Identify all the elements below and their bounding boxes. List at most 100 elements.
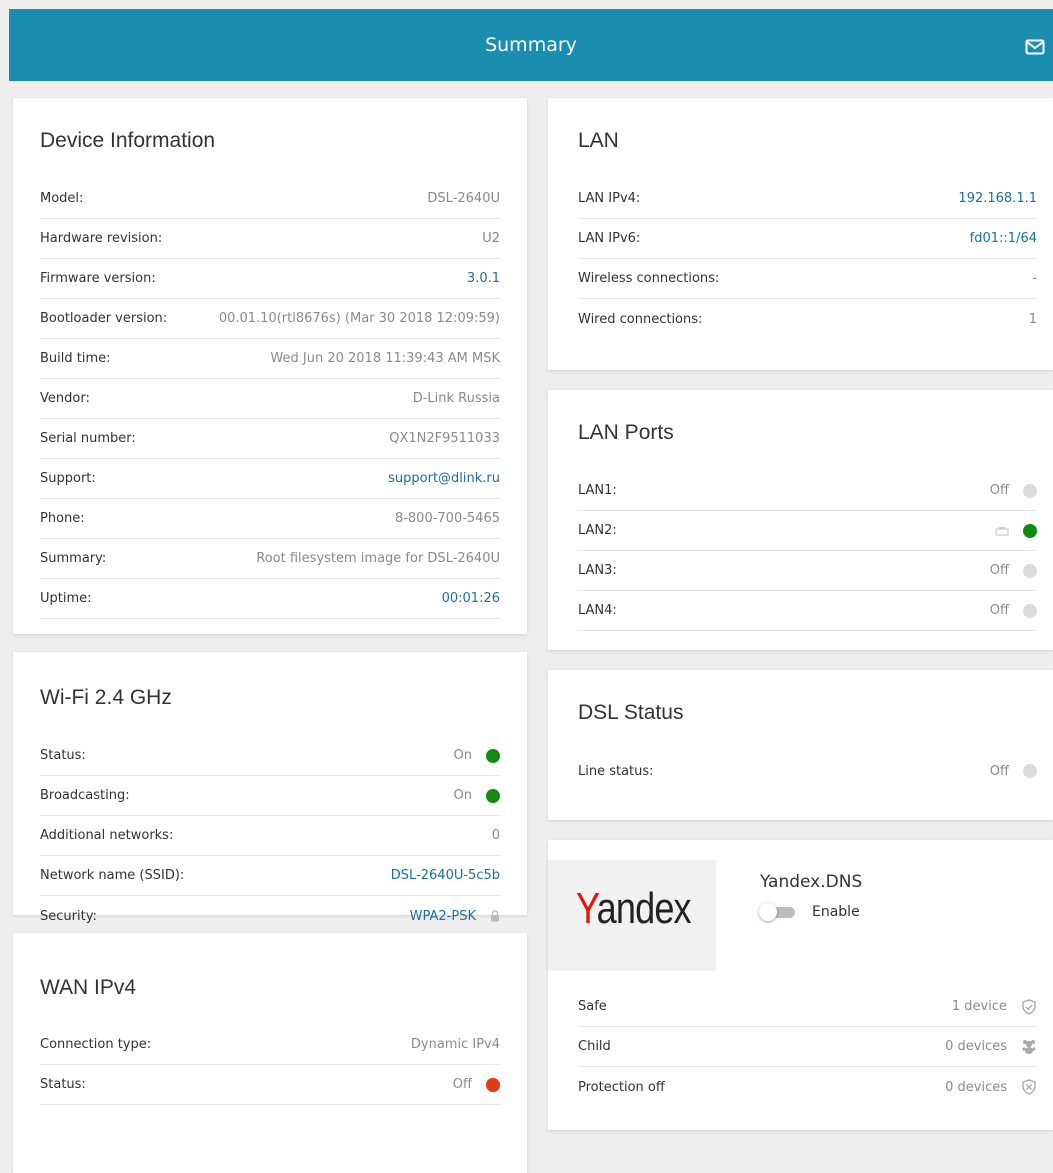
device-information-rows: Model: DSL-2640U Hardware revision: U2 Fir…: [40, 179, 500, 619]
ethernet-icon: [995, 526, 1009, 536]
row-value: Off: [453, 1077, 500, 1092]
uptime-value: 00:01:26: [441, 591, 500, 606]
yandex-logo: Yandex: [576, 884, 692, 933]
lan-row-wired: Wired connections: 1: [578, 299, 1037, 339]
yandex-enable-label: Enable: [812, 904, 860, 920]
ssid-link[interactable]: DSL-2640U-5c5b: [391, 868, 500, 883]
lan-port-row-4: LAN4: Off: [578, 591, 1037, 631]
row-label: Uptime:: [40, 591, 92, 606]
row-label: LAN IPv4:: [578, 191, 641, 206]
lan-ipv6-link[interactable]: fd01::1/64: [970, 231, 1037, 246]
lan-row-wireless: Wireless connections: -: [578, 259, 1037, 299]
status-on-indicator: [486, 788, 500, 803]
yandex-dns-title: Yandex.DNS: [760, 872, 863, 892]
lan-rows: LAN IPv4: 192.168.1.1 LAN IPv6: fd01::1/64…: [578, 179, 1037, 339]
row-value: Dynamic IPv4: [410, 1037, 500, 1052]
row-label: Wired connections:: [578, 311, 703, 327]
row-value: QX1N2F9511033: [389, 431, 500, 446]
device-information-card: Device Information Model: DSL-2640U Hardw…: [13, 98, 527, 634]
wifi-rows: Status: On Broadcasting: On Additional net…: [40, 736, 500, 936]
lan-card: LAN LAN IPv4: 192.168.1.1 LAN IPv6: fd01::…: [548, 98, 1053, 370]
info-row-phone: Phone: 8-800-700-5465: [40, 499, 500, 539]
yandex-dns-card: Yandex Yandex.DNS Enable Safe 1 device Ch…: [548, 840, 1053, 1130]
info-row-firmware: Firmware version: 3.0.1: [40, 259, 500, 299]
row-label: LAN3:: [578, 563, 617, 578]
mail-icon[interactable]: [1025, 39, 1045, 55]
info-row-summary: Summary: Root filesystem image for DSL-26…: [40, 539, 500, 579]
security-link[interactable]: WPA2-PSK: [410, 909, 500, 924]
dsl-rows: Line status: Off: [578, 751, 1037, 791]
row-label: Additional networks:: [40, 828, 174, 843]
status-text: Off: [989, 763, 1009, 779]
info-row-vendor: Vendor: D-Link Russia: [40, 379, 500, 419]
device-count: 0 devices: [945, 1039, 1007, 1054]
toggle-knob: [759, 903, 777, 921]
yandex-row-protection-off[interactable]: Protection off 0 devices: [578, 1067, 1037, 1107]
row-value: Off: [990, 764, 1037, 779]
row-label: Wireless connections:: [578, 271, 720, 286]
info-row-model: Model: DSL-2640U: [40, 179, 500, 219]
row-label: Serial number:: [40, 431, 136, 446]
device-information-title: Device Information: [40, 129, 216, 152]
lan-port-row-2: LAN2:: [578, 511, 1037, 551]
lan-row-ipv4: LAN IPv4: 192.168.1.1: [578, 179, 1037, 219]
row-label: LAN1:: [578, 483, 617, 498]
row-value: [995, 523, 1037, 538]
row-value: Root filesystem image for DSL-2640U: [256, 551, 500, 566]
wan-rows: Connection type: Dynamic IPv4 Status: Off: [40, 1025, 500, 1105]
teddy-bear-icon: [1022, 1039, 1036, 1054]
yandex-enable-toggle[interactable]: [759, 903, 797, 921]
row-value: 00.01.10(rtl8676s) (Mar 30 2018 12:09:59…: [218, 311, 500, 326]
status-off-indicator: [1023, 764, 1037, 778]
wifi-row-security: Security: WPA2-PSK: [40, 896, 500, 936]
row-label: Protection off: [578, 1079, 665, 1095]
page-header: Summary: [9, 9, 1053, 81]
lan-ipv4-link[interactable]: 192.168.1.1: [958, 191, 1037, 206]
lan-ports-rows: LAN1: Off LAN2: LAN3: Off LAN4: Off: [578, 471, 1037, 631]
security-text: WPA2-PSK: [409, 908, 476, 924]
wifi-row-additional: Additional networks: 0: [40, 816, 500, 856]
status-text: Off: [989, 563, 1009, 578]
row-value: 1 device: [951, 998, 1037, 1015]
row-value: 8-800-700-5465: [394, 511, 500, 526]
lan-row-ipv6: LAN IPv6: fd01::1/64: [578, 219, 1037, 259]
status-error-indicator: [486, 1077, 500, 1092]
firmware-version-link[interactable]: 3.0.1: [467, 271, 500, 286]
row-value: 0 devices: [945, 1039, 1037, 1055]
wifi-row-ssid: Network name (SSID): DSL-2640U-5c5b: [40, 856, 500, 896]
row-label: Status:: [40, 748, 86, 763]
device-count: 1 device: [951, 999, 1007, 1014]
info-row-build-time: Build time: Wed Jun 20 2018 11:39:43 AM M…: [40, 339, 500, 379]
yandex-row-safe[interactable]: Safe 1 device: [578, 987, 1037, 1027]
wan-row-connection-type: Connection type: Dynamic IPv4: [40, 1025, 500, 1065]
row-value: Wed Jun 20 2018 11:39:43 AM MSK: [270, 351, 500, 366]
row-value: DSL-2640U: [427, 191, 500, 206]
info-row-serial: Serial number: QX1N2F9511033: [40, 419, 500, 459]
dsl-status-title: DSL Status: [578, 701, 684, 724]
wifi-row-status: Status: On: [40, 736, 500, 776]
row-label: Bootloader version:: [40, 311, 168, 326]
yandex-row-child[interactable]: Child 0 devices: [578, 1027, 1037, 1067]
row-label: Phone:: [40, 511, 85, 526]
support-email-link[interactable]: support@dlink.ru: [388, 471, 500, 486]
lan-ports-title: LAN Ports: [578, 421, 674, 444]
page-title: Summary: [485, 34, 577, 56]
info-row-uptime: Uptime: 00:01:26: [40, 579, 500, 619]
row-label: LAN2:: [578, 523, 617, 538]
status-off-indicator: [1023, 483, 1037, 498]
row-label: Connection type:: [40, 1037, 152, 1052]
wifi-row-broadcasting: Broadcasting: On: [40, 776, 500, 816]
lan-port-row-3: LAN3: Off: [578, 551, 1037, 591]
row-label: Child: [578, 1039, 611, 1054]
row-value: 1: [1028, 311, 1037, 327]
lan-port-row-1: LAN1: Off: [578, 471, 1037, 511]
info-row-hardware: Hardware revision: U2: [40, 219, 500, 259]
status-text: Off: [989, 603, 1009, 618]
row-label: Build time:: [40, 351, 111, 366]
status-off-indicator: [1023, 603, 1037, 618]
row-label: Model:: [40, 191, 84, 206]
device-count: 0 devices: [945, 1079, 1007, 1095]
wifi-card: Wi-Fi 2.4 GHz Status: On Broadcasting: On …: [13, 652, 527, 924]
shield-off-icon: [1022, 1079, 1036, 1095]
status-text: On: [453, 748, 472, 763]
